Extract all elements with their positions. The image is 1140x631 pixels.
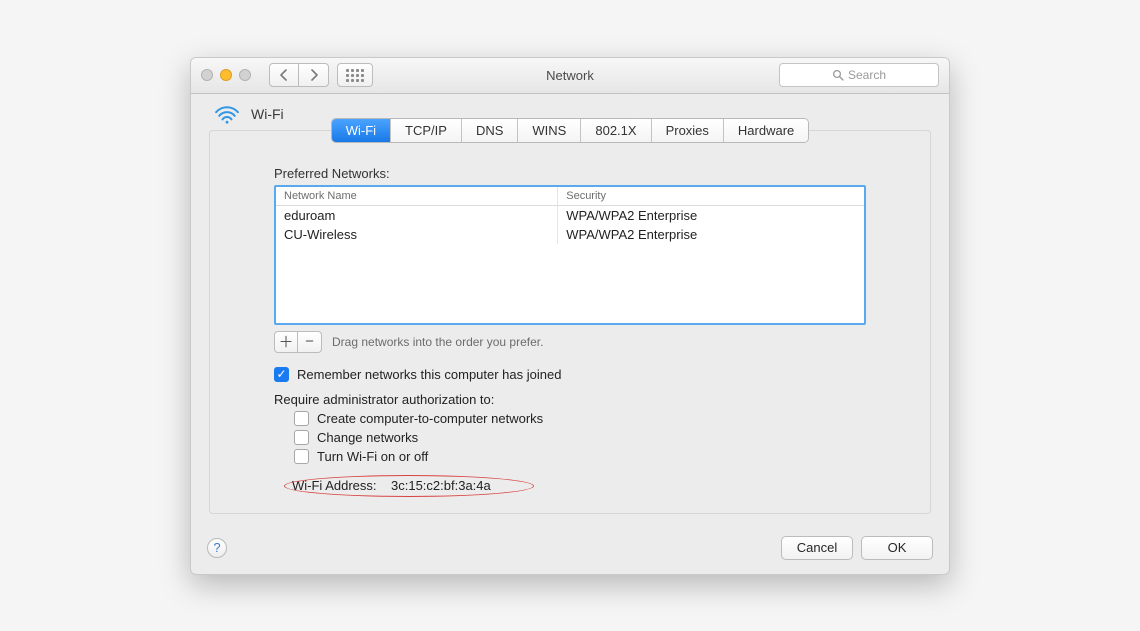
tab-wifi[interactable]: Wi-Fi bbox=[332, 119, 391, 142]
content-card: Wi-Fi TCP/IP DNS WINS 802.1X Proxies Har… bbox=[209, 130, 931, 514]
ok-button[interactable]: OK bbox=[861, 536, 933, 560]
tab-wins[interactable]: WINS bbox=[518, 119, 581, 142]
minimize-window-button[interactable] bbox=[220, 69, 232, 81]
window-title: Network bbox=[546, 68, 594, 83]
chevron-right-icon bbox=[309, 69, 319, 81]
forward-button[interactable] bbox=[299, 63, 329, 87]
table-row[interactable]: eduroam WPA/WPA2 Enterprise bbox=[276, 206, 864, 225]
help-button[interactable]: ? bbox=[207, 538, 227, 558]
close-window-button[interactable] bbox=[201, 69, 213, 81]
admin-toggle-checkbox[interactable] bbox=[294, 449, 309, 464]
search-placeholder: Search bbox=[848, 68, 886, 82]
column-network-name[interactable]: Network Name bbox=[276, 187, 558, 205]
help-icon: ? bbox=[213, 540, 220, 555]
remember-networks-checkbox[interactable] bbox=[274, 367, 289, 382]
cell-network-name: CU-Wireless bbox=[276, 225, 558, 244]
admin-change-label: Change networks bbox=[317, 430, 418, 445]
tab-proxies[interactable]: Proxies bbox=[652, 119, 724, 142]
back-button[interactable] bbox=[269, 63, 299, 87]
cancel-button[interactable]: Cancel bbox=[781, 536, 853, 560]
network-advanced-window: Network Search Wi-Fi Wi-Fi TCP/IP DNS bbox=[190, 57, 950, 575]
tab-dns[interactable]: DNS bbox=[462, 119, 518, 142]
wifi-address-label: Wi-Fi Address: bbox=[292, 478, 377, 493]
table-row[interactable]: CU-Wireless WPA/WPA2 Enterprise bbox=[276, 225, 864, 244]
remember-networks-label: Remember networks this computer has join… bbox=[297, 367, 561, 382]
service-name: Wi-Fi bbox=[251, 106, 284, 122]
wifi-address-value: 3c:15:c2:bf:3a:4a bbox=[391, 478, 491, 493]
minus-icon: − bbox=[305, 333, 314, 350]
preferred-networks-table[interactable]: Network Name Security eduroam WPA/WPA2 E… bbox=[274, 185, 866, 325]
remove-network-button[interactable]: − bbox=[298, 331, 322, 353]
tab-tcpip[interactable]: TCP/IP bbox=[391, 119, 462, 142]
admin-create-label: Create computer-to-computer networks bbox=[317, 411, 543, 426]
admin-auth-label: Require administrator authorization to: bbox=[274, 392, 866, 407]
cell-network-name: eduroam bbox=[276, 206, 558, 225]
admin-create-checkbox[interactable] bbox=[294, 411, 309, 426]
titlebar: Network Search bbox=[191, 58, 949, 94]
plus-icon: ＋ bbox=[278, 331, 293, 352]
tab-8021x[interactable]: 802.1X bbox=[581, 119, 651, 142]
zoom-window-button[interactable] bbox=[239, 69, 251, 81]
nav-back-forward bbox=[269, 63, 329, 87]
cell-security: WPA/WPA2 Enterprise bbox=[558, 206, 864, 225]
cell-security: WPA/WPA2 Enterprise bbox=[558, 225, 864, 244]
preferred-networks-label: Preferred Networks: bbox=[274, 166, 866, 181]
tabs: Wi-Fi TCP/IP DNS WINS 802.1X Proxies Har… bbox=[210, 130, 930, 143]
column-security[interactable]: Security bbox=[558, 187, 864, 205]
search-icon bbox=[832, 69, 844, 81]
show-all-button[interactable] bbox=[337, 63, 373, 87]
footer: ? Cancel OK bbox=[191, 528, 949, 574]
admin-change-checkbox[interactable] bbox=[294, 430, 309, 445]
wifi-address-row: Wi-Fi Address: 3c:15:c2:bf:3a:4a bbox=[292, 478, 491, 493]
add-network-button[interactable]: ＋ bbox=[274, 331, 298, 353]
chevron-left-icon bbox=[279, 69, 289, 81]
wifi-icon bbox=[213, 104, 241, 124]
grid-icon bbox=[346, 69, 364, 82]
reorder-hint: Drag networks into the order you prefer. bbox=[332, 335, 543, 349]
search-field[interactable]: Search bbox=[779, 63, 939, 87]
tab-hardware[interactable]: Hardware bbox=[724, 119, 808, 142]
window-controls bbox=[201, 69, 251, 81]
admin-toggle-label: Turn Wi-Fi on or off bbox=[317, 449, 428, 464]
